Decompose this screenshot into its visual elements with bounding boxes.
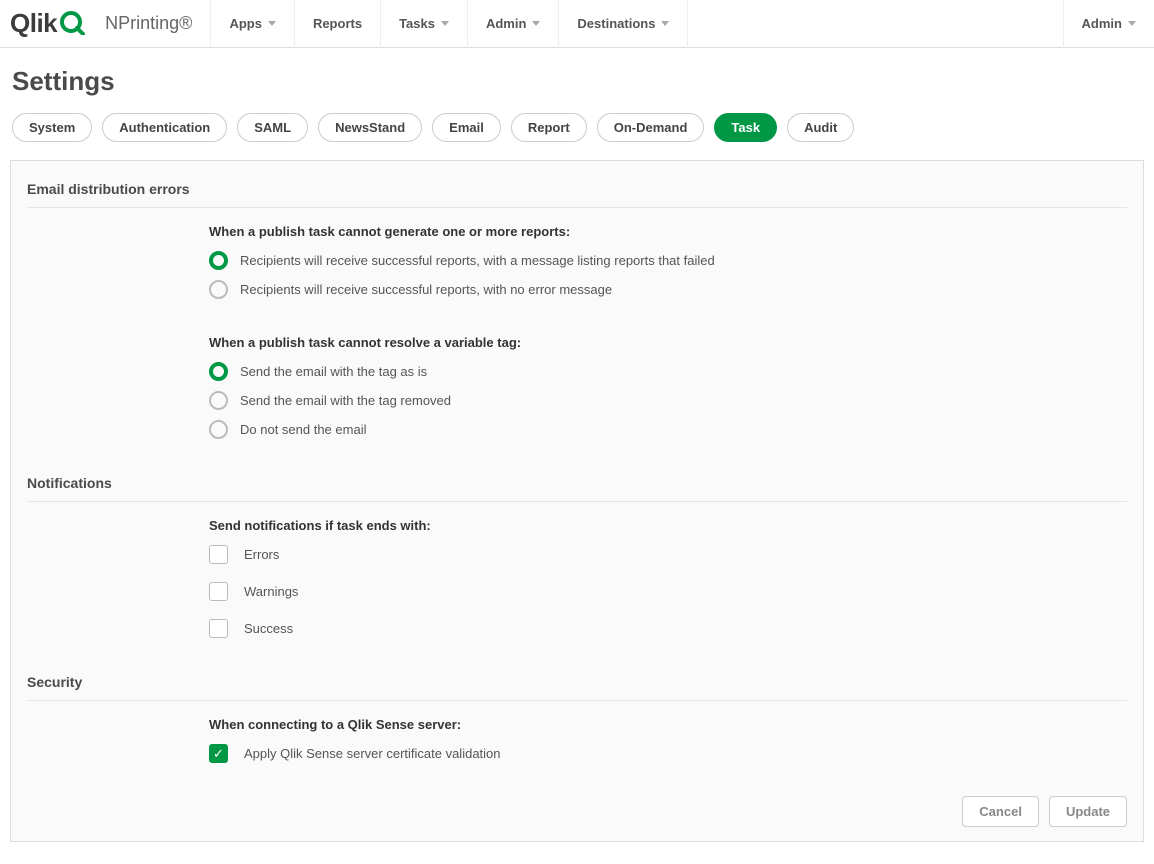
radio-label: Recipients will receive successful repor… [240, 253, 715, 268]
nav-item-destinations[interactable]: Destinations [559, 0, 688, 48]
brand-logo-icon [59, 9, 85, 38]
nav-item-label: Reports [313, 16, 362, 31]
radio-icon [209, 362, 228, 381]
checkbox-label: Warnings [244, 584, 298, 599]
main-nav: Apps Reports Tasks Admin Destinations [210, 0, 688, 48]
nav-admin-user[interactable]: Admin [1063, 0, 1154, 48]
tab-newsstand[interactable]: NewsStand [318, 113, 422, 142]
checkbox-label: Apply Qlik Sense server certificate vali… [244, 746, 501, 761]
radio-label: Send the email with the tag removed [240, 393, 451, 408]
checkbox-icon [209, 582, 228, 601]
nav-item-apps[interactable]: Apps [210, 0, 295, 48]
update-button[interactable]: Update [1049, 796, 1127, 827]
question-security: When connecting to a Qlik Sense server: [209, 717, 1127, 732]
radio-icon [209, 420, 228, 439]
checkbox-label: Success [244, 621, 293, 636]
section-email-errors: Email distribution errors When a publish… [27, 175, 1127, 439]
product-name: NPrinting® [105, 13, 192, 34]
settings-tabs: System Authentication SAML NewsStand Email Re… [0, 111, 1154, 160]
topbar: Qlik NPrinting® Apps Reports Tasks Admin Des… [0, 0, 1154, 48]
section-title-email-errors: Email distribution errors [27, 175, 1127, 208]
nav-item-label: Apps [229, 16, 262, 31]
page-title: Settings [0, 48, 1154, 111]
radio-label: Do not send the email [240, 422, 366, 437]
radio-label: Recipients will receive successful repor… [240, 282, 612, 297]
checkbox-icon [209, 619, 228, 638]
nav-right: Admin [1063, 0, 1154, 48]
variable-tag-option-0[interactable]: Send the email with the tag as is [209, 362, 1127, 381]
chevron-down-icon [661, 21, 669, 26]
notification-checkbox-0[interactable]: Errors [209, 545, 1127, 564]
brand-name: Qlik [10, 8, 57, 39]
question-generate-reports: When a publish task cannot generate one … [209, 224, 1127, 239]
variable-tag-option-2[interactable]: Do not send the email [209, 420, 1127, 439]
radio-icon [209, 280, 228, 299]
question-notifications: Send notifications if task ends with: [209, 518, 1127, 533]
chevron-down-icon [268, 21, 276, 26]
tab-authentication[interactable]: Authentication [102, 113, 227, 142]
generate-reports-option-0[interactable]: Recipients will receive successful repor… [209, 251, 1127, 270]
radio-icon [209, 251, 228, 270]
nav-item-reports[interactable]: Reports [295, 0, 381, 48]
brand-block: Qlik NPrinting® [0, 8, 210, 39]
nav-admin-user-label: Admin [1082, 16, 1122, 31]
nav-item-label: Admin [486, 16, 526, 31]
tab-saml[interactable]: SAML [237, 113, 308, 142]
chevron-down-icon [1128, 21, 1136, 26]
section-security: Security When connecting to a Qlik Sense… [27, 668, 1127, 763]
section-notifications: Notifications Send notifications if task… [27, 469, 1127, 638]
tab-report[interactable]: Report [511, 113, 587, 142]
nav-item-admin[interactable]: Admin [468, 0, 559, 48]
tab-audit[interactable]: Audit [787, 113, 854, 142]
checkbox-label: Errors [244, 547, 279, 562]
tab-on-demand[interactable]: On-Demand [597, 113, 705, 142]
notification-checkbox-1[interactable]: Warnings [209, 582, 1127, 601]
cancel-button[interactable]: Cancel [962, 796, 1039, 827]
chevron-down-icon [532, 21, 540, 26]
section-title-notifications: Notifications [27, 469, 1127, 502]
tab-system[interactable]: System [12, 113, 92, 142]
checkbox-icon: ✓ [209, 744, 228, 763]
tab-task[interactable]: Task [714, 113, 777, 142]
chevron-down-icon [441, 21, 449, 26]
question-variable-tag: When a publish task cannot resolve a var… [209, 335, 1127, 350]
security-checkbox-0[interactable]: ✓ Apply Qlik Sense server certificate val… [209, 744, 1127, 763]
generate-reports-option-1[interactable]: Recipients will receive successful repor… [209, 280, 1127, 299]
checkbox-icon [209, 545, 228, 564]
check-mark-icon: ✓ [213, 747, 224, 760]
action-buttons: Cancel Update [962, 796, 1127, 827]
nav-item-label: Destinations [577, 16, 655, 31]
radio-label: Send the email with the tag as is [240, 364, 427, 379]
notification-checkbox-2[interactable]: Success [209, 619, 1127, 638]
nav-item-label: Tasks [399, 16, 435, 31]
radio-icon [209, 391, 228, 410]
tab-email[interactable]: Email [432, 113, 501, 142]
nav-item-tasks[interactable]: Tasks [381, 0, 468, 48]
section-title-security: Security [27, 668, 1127, 701]
settings-panel: Email distribution errors When a publish… [10, 160, 1144, 842]
variable-tag-option-1[interactable]: Send the email with the tag removed [209, 391, 1127, 410]
